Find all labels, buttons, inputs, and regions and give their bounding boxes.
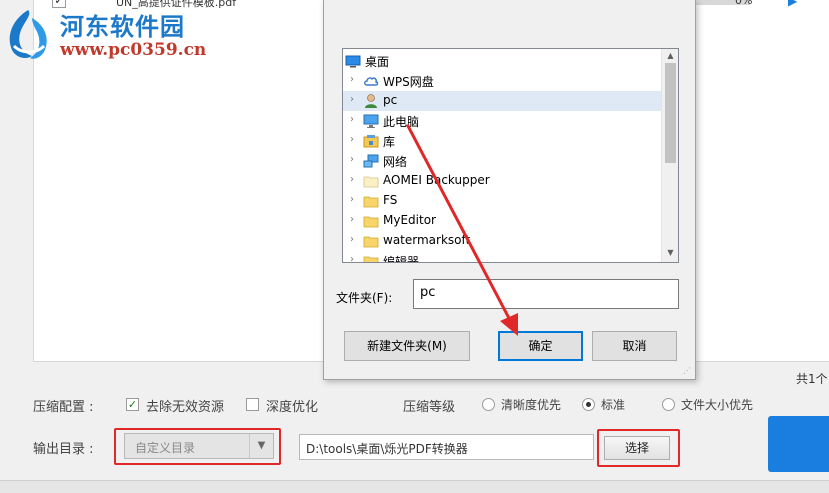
tree-item-network[interactable]: › 网络 [343,151,661,171]
output-mode-value: 自定义目录 [135,441,196,455]
compress-config-label: 压缩配置 : [33,400,94,415]
new-folder-button[interactable]: 新建文件夹(M) [344,331,470,361]
chevron-right-icon[interactable]: › [347,114,357,125]
tree-item-this-pc[interactable]: › 此电脑 [343,111,661,131]
output-dir-label: 输出目录 : [33,442,94,457]
tree-item-watermarksoft[interactable]: › watermarksoft [343,231,661,251]
folder-icon [363,196,379,208]
tree-item-pc[interactable]: › pc [343,91,661,111]
tree-item-label: 编辑器 [383,255,420,263]
deep-optimize-label[interactable]: 深度优化 [266,396,318,415]
level-clarity-radio[interactable] [482,398,495,411]
folder-icon [363,236,379,248]
chevron-right-icon[interactable]: › [347,194,357,205]
tree-item-wps-cloud[interactable]: › WPS网盘 [343,71,661,91]
desktop-icon [345,55,361,68]
chevron-right-icon[interactable]: › [347,154,357,165]
file-progress-percent: 0% [735,0,753,7]
tree-item-desktop[interactable]: 桌面 [343,51,661,71]
folder-name-input[interactable]: pc [413,279,679,309]
cancel-button[interactable]: 取消 [592,331,677,361]
scroll-down-icon[interactable]: ▼ [662,248,678,257]
tree-item-myeditor[interactable]: › MyEditor [343,211,661,231]
remove-invalid-label[interactable]: 去除无效资源 [146,396,224,415]
computer-icon [363,114,379,128]
chevron-right-icon[interactable]: › [347,234,357,245]
tree-item-label: pc [383,93,398,107]
tree-item-label: MyEditor [383,213,436,227]
chevron-right-icon[interactable]: › [347,134,357,145]
bottom-status-bar [0,480,829,493]
tree-item-label: 库 [383,135,396,149]
level-clarity-label[interactable]: 清晰度优先 [501,396,561,413]
compress-config-row: 压缩配置 : ✓ 去除无效资源 深度优化 压缩等级 清晰度优先 标准 文件大小优… [0,395,829,415]
remove-invalid-checkbox[interactable]: ✓ [126,398,139,411]
output-path-field[interactable]: D:\tools\桌面\烁光PDF转换器 [299,434,594,460]
tree-item-label: AOMEI Backupper [383,173,490,187]
tree-item-label: WPS网盘 [383,75,434,89]
total-count-label: 共1个 [796,372,828,386]
start-compress-button[interactable] [768,416,829,472]
chevron-right-icon[interactable]: › [347,94,357,105]
chevron-right-icon[interactable]: › [347,254,357,262]
chevron-right-icon[interactable]: › [347,74,357,85]
choose-dir-button[interactable]: 选择 [604,436,670,460]
watermark-url: www.pc0359.cn [60,40,207,60]
watermark-title: 河东软件园 [60,13,185,41]
user-icon [365,94,377,108]
play-icon[interactable]: ▶ [788,0,797,8]
chevron-right-icon[interactable]: › [347,174,357,185]
library-icon [363,135,379,148]
tree-item-library[interactable]: › 库 [343,131,661,151]
browse-folder-dialog: 桌面 › WPS网盘 › pc › 此电脑 › 库 › 网络 › AOMEI B… [323,0,696,380]
tree-item-label: 网络 [383,155,408,169]
chevron-right-icon[interactable]: › [347,214,357,225]
compress-level-label: 压缩等级 [403,400,456,415]
tree-item-editor[interactable]: › 编辑器 [343,251,661,263]
cloud-icon [364,77,379,86]
folder-tree[interactable]: 桌面 › WPS网盘 › pc › 此电脑 › 库 › 网络 › AOMEI B… [342,48,679,263]
tree-item-label: 桌面 [365,55,390,69]
level-size-radio[interactable] [662,398,675,411]
folder-icon [363,256,379,262]
resize-grip-icon[interactable]: ⋰ [683,366,691,375]
folder-icon [363,216,379,228]
tree-scrollbar[interactable]: ▲ ▼ [661,49,678,262]
folder-icon [363,176,379,188]
site-watermark: 河东软件园 www.pc0359.cn [0,0,206,68]
chevron-down-icon[interactable]: ▼ [249,434,273,458]
tree-item-fs[interactable]: › FS [343,191,661,211]
folder-field-label: 文件夹(F): [336,291,393,305]
deep-optimize-checkbox[interactable] [246,398,259,411]
level-size-label[interactable]: 文件大小优先 [681,396,753,413]
scrollbar-thumb[interactable] [665,63,676,163]
level-standard-label[interactable]: 标准 [601,396,625,413]
tree-item-label: FS [383,193,398,207]
scroll-up-icon[interactable]: ▲ [662,51,678,60]
output-dir-row: 输出目录 : 自定义目录 ▼ D:\tools\桌面\烁光PDF转换器 选择 [0,428,829,468]
tree-item-label: watermarksoft [383,233,471,247]
output-mode-select[interactable]: 自定义目录 ▼ [124,433,274,459]
watermark-logo-icon [9,10,47,59]
ok-button[interactable]: 确定 [498,331,583,361]
tree-item-label: 此电脑 [383,115,420,129]
network-icon [363,154,379,168]
tree-item-aomei[interactable]: › AOMEI Backupper [343,171,661,191]
level-standard-radio[interactable] [582,398,595,411]
